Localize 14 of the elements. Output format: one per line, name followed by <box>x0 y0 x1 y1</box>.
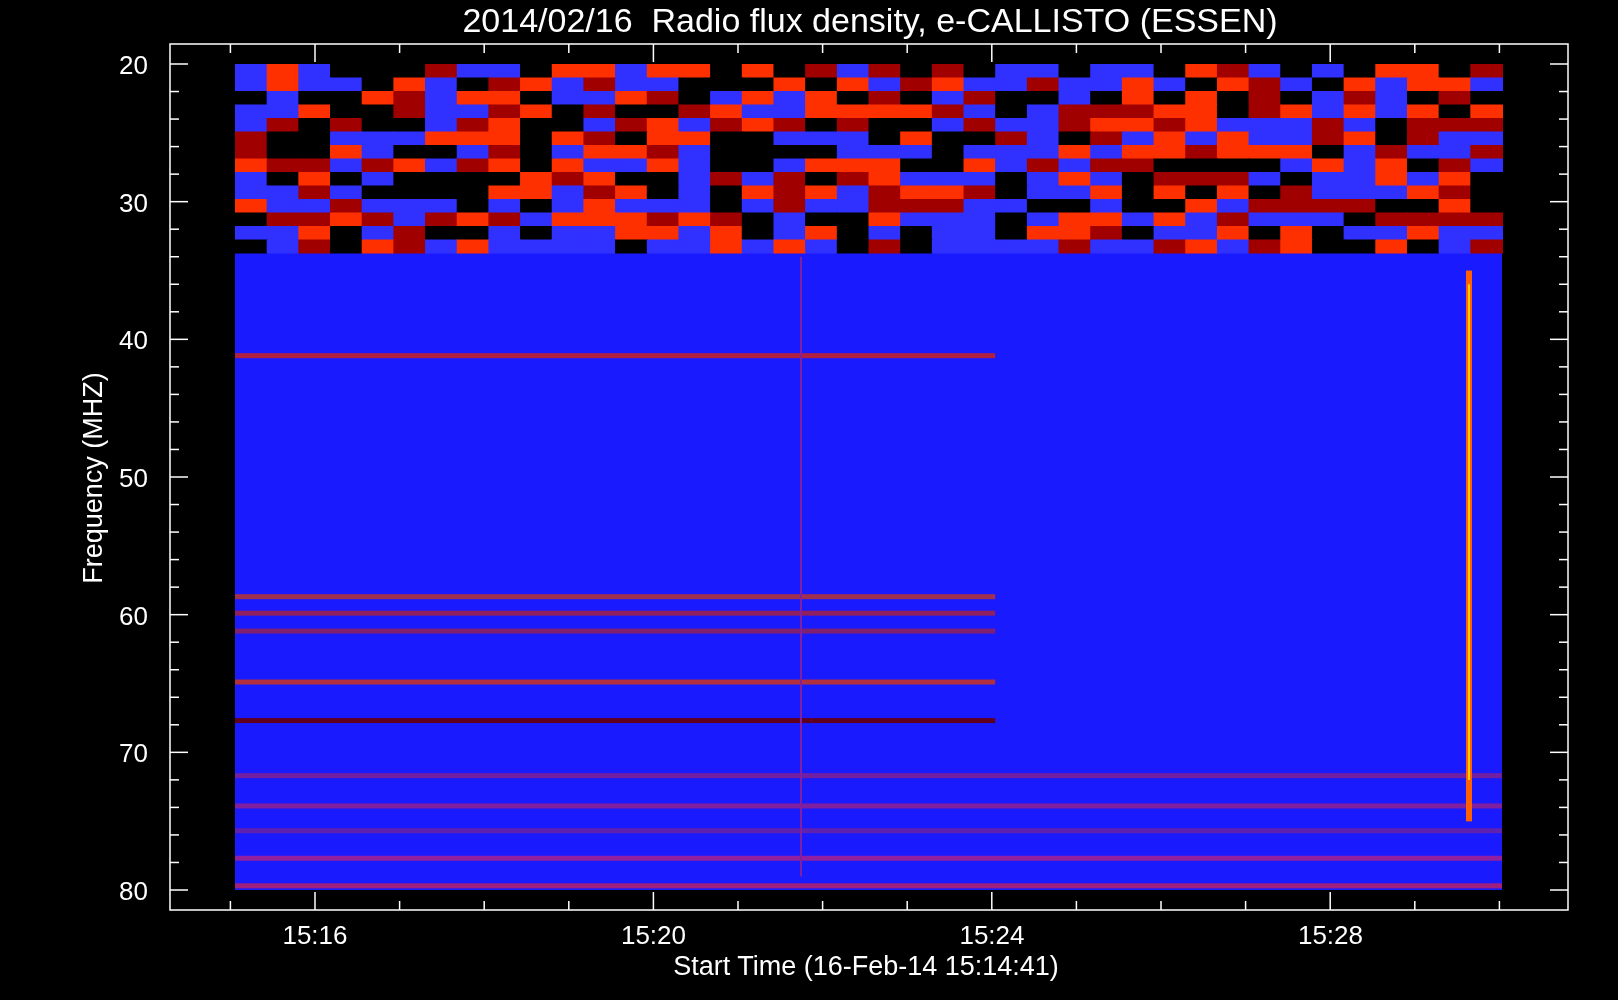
tick-label: 60 <box>119 600 148 631</box>
axis-label: Start Time (16-Feb-14 15:14:41) <box>673 951 1059 981</box>
tick-label: 15:24 <box>959 920 1025 950</box>
tick-label: 15:16 <box>282 920 348 950</box>
tick-label: 80 <box>119 876 148 906</box>
tick-label: 15:28 <box>1297 920 1364 950</box>
tick-label: 30 <box>119 187 148 218</box>
axis-label: Frequency (MHZ) <box>78 372 108 584</box>
chart-title: 2014/02/16 Radio flux density, e-CALLISTO (ESSEN) <box>462 1 1278 39</box>
tick-label: 50 <box>119 463 148 493</box>
tick-label: 15:20 <box>620 920 687 950</box>
tick-label: 70 <box>119 738 148 769</box>
tick-label: 20 <box>119 50 148 80</box>
tick-label: 40 <box>119 325 148 356</box>
